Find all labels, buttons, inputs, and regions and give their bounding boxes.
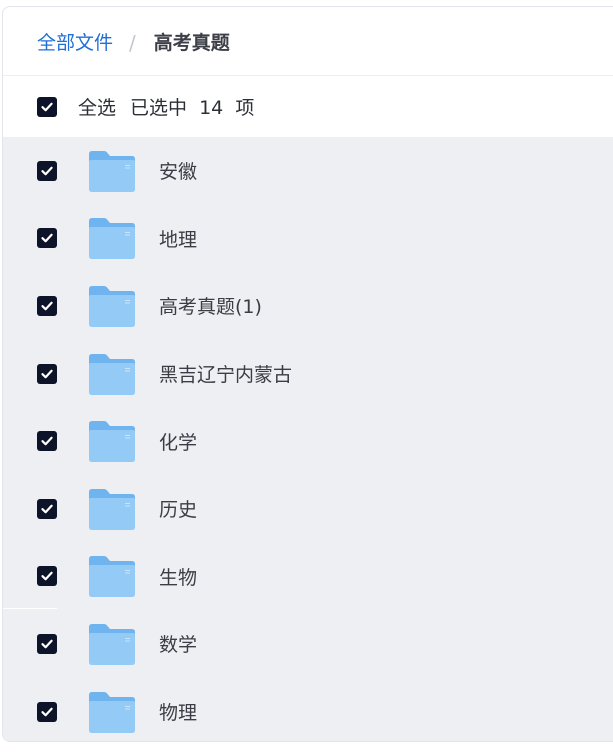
checkmark-icon — [41, 707, 53, 716]
folder-checkbox[interactable] — [37, 160, 57, 181]
folder-name: 安徽 — [159, 161, 198, 184]
folder-row[interactable]: 安徽 — [3, 137, 613, 205]
folder-icon — [89, 218, 135, 260]
folder-name: 黑吉辽宁内蒙古 — [159, 364, 293, 387]
folder-checkbox[interactable] — [37, 633, 57, 654]
breadcrumb: 全部文件 / 高考真题 — [3, 7, 613, 76]
folder-checkbox[interactable] — [37, 431, 57, 452]
folder-icon — [89, 421, 135, 463]
checkmark-icon — [41, 166, 53, 176]
folder-checkbox[interactable] — [37, 498, 57, 519]
folder-checkbox[interactable] — [37, 228, 57, 249]
checkmark-icon — [41, 572, 53, 581]
breadcrumb-separator: / — [129, 31, 136, 55]
folder-icon — [89, 623, 135, 665]
folder-row[interactable]: 地理 — [3, 205, 613, 273]
folder-name: 化学 — [159, 431, 198, 454]
folder-name: 物理 — [159, 702, 198, 725]
folder-row[interactable]: 历史 — [3, 475, 613, 543]
checkmark-icon — [41, 504, 53, 514]
folder-icon — [89, 488, 135, 530]
folder-checkbox[interactable] — [37, 363, 57, 384]
folder-name: 数学 — [159, 634, 198, 657]
folder-icon — [89, 150, 135, 192]
folder-name: 高考真题(1) — [159, 296, 262, 319]
folder-checkbox[interactable] — [37, 701, 57, 722]
folder-icon — [89, 556, 135, 598]
selected-count-text: 已选中 14 项 — [130, 97, 255, 119]
checkmark-icon — [41, 436, 53, 446]
folder-icon — [89, 353, 135, 395]
select-all-checkbox[interactable] — [37, 96, 57, 117]
folder-row[interactable]: 化学 — [3, 407, 613, 475]
folder-checkbox[interactable] — [37, 566, 57, 587]
folder-row[interactable]: 黑吉辽宁内蒙古 — [3, 340, 613, 408]
folder-row[interactable]: 高考真题(1) — [3, 272, 613, 340]
folder-name: 生物 — [159, 566, 198, 589]
checkmark-icon — [41, 234, 53, 243]
file-browser-panel: 全部文件 / 高考真题 全选 已选中 14 项 安徽 地理 高考真题(1) 黑吉… — [2, 6, 613, 742]
breadcrumb-root-link[interactable]: 全部文件 — [37, 28, 113, 55]
checkmark-icon — [41, 102, 53, 111]
folder-list: 安徽 地理 高考真题(1) 黑吉辽宁内蒙古 化学 历史 生物 数学 物理 — [3, 137, 613, 741]
folder-row[interactable]: 物理 — [3, 678, 613, 741]
folder-checkbox[interactable] — [37, 295, 57, 316]
breadcrumb-current: 高考真题 — [153, 31, 230, 54]
folder-icon — [89, 691, 135, 733]
select-all-label: 全选 — [78, 97, 117, 119]
folder-row[interactable]: 数学 — [3, 610, 613, 678]
checkmark-icon — [41, 369, 53, 378]
selection-bar: 全选 已选中 14 项 — [3, 76, 613, 137]
folder-row[interactable]: 生物 — [3, 543, 613, 611]
folder-icon — [89, 285, 135, 327]
checkmark-icon — [41, 301, 53, 311]
checkmark-icon — [41, 639, 53, 649]
folder-name: 地理 — [159, 228, 198, 251]
folder-name: 历史 — [159, 499, 198, 522]
